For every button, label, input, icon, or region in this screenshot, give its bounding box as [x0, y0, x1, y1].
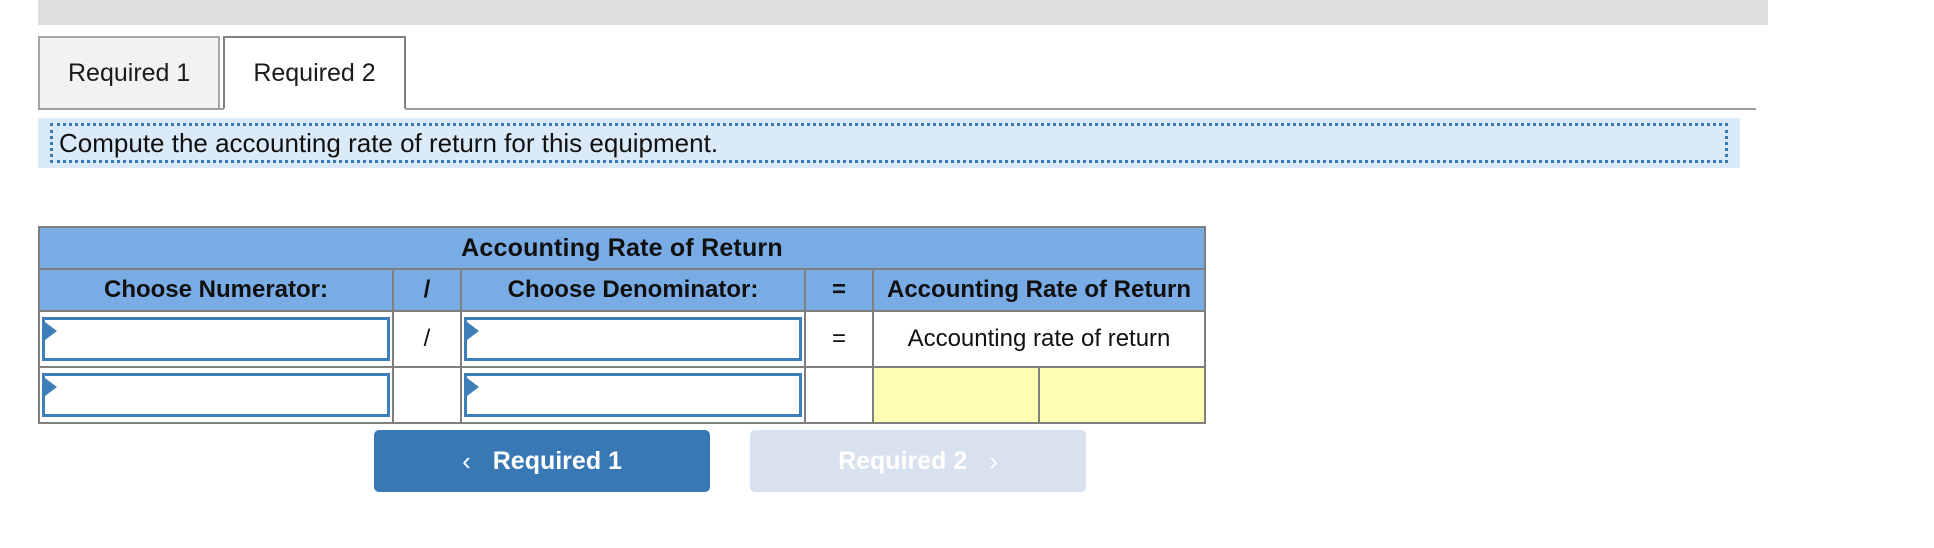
dropdown-caret-icon — [45, 322, 57, 340]
tab-required-2-label: Required 2 — [253, 58, 376, 87]
result-input-left-row2[interactable] — [872, 366, 1040, 424]
result-label-row1: Accounting rate of return — [872, 310, 1206, 368]
dropdown-caret-icon — [467, 322, 479, 340]
table-row: / = Accounting rate of return — [38, 310, 1206, 368]
header-equals-symbol: = — [804, 268, 874, 312]
table-title-row: Accounting Rate of Return — [38, 226, 1206, 270]
result-input-right-row2[interactable] — [1038, 366, 1206, 424]
header-divide-symbol: / — [392, 268, 462, 312]
operator-cell-row2 — [392, 366, 462, 424]
instruction-text-box: Compute the accounting rate of return fo… — [50, 123, 1728, 163]
instruction-text: Compute the accounting rate of return fo… — [59, 127, 719, 158]
denominator-dropdown-row1[interactable] — [464, 317, 802, 361]
tab-required-1-label: Required 1 — [68, 58, 191, 87]
table-row — [38, 366, 1206, 424]
accounting-rate-of-return-table: Accounting Rate of Return Choose Numerat… — [38, 226, 1206, 424]
numerator-dropdown-row2[interactable] — [42, 373, 390, 417]
top-grey-bar — [38, 0, 1768, 25]
dropdown-caret-icon — [45, 378, 57, 396]
denominator-dropdown-row2[interactable] — [464, 373, 802, 417]
header-accounting-rate-of-return: Accounting Rate of Return — [872, 268, 1206, 312]
chevron-right-icon: › — [989, 446, 998, 476]
tab-strip: Required 1 Required 2 — [38, 35, 1756, 110]
chevron-left-icon: ‹ — [462, 446, 471, 476]
tab-required-2[interactable]: Required 2 — [223, 36, 406, 110]
numerator-cell-row1 — [38, 310, 394, 368]
prev-required-1-label: Required 1 — [492, 446, 622, 475]
next-required-2-label: Required 2 — [838, 446, 968, 475]
tab-required-1[interactable]: Required 1 — [38, 36, 221, 110]
header-choose-numerator: Choose Numerator: — [38, 268, 394, 312]
numerator-dropdown-row1[interactable] — [42, 317, 390, 361]
equals-cell-row2 — [804, 366, 874, 424]
numerator-cell-row2 — [38, 366, 394, 424]
table-header-row: Choose Numerator: / Choose Denominator: … — [38, 268, 1206, 312]
header-choose-denominator: Choose Denominator: — [460, 268, 806, 312]
instruction-banner: Compute the accounting rate of return fo… — [38, 118, 1740, 168]
equals-cell-row1: = — [804, 310, 874, 368]
prev-required-1-button[interactable]: ‹ Required 1 — [374, 430, 710, 492]
dropdown-caret-icon — [467, 378, 479, 396]
navigation-bar: ‹ Required 1 Required 2 › — [0, 430, 1460, 492]
denominator-cell-row2 — [460, 366, 806, 424]
operator-cell-row1: / — [392, 310, 462, 368]
table-title: Accounting Rate of Return — [38, 226, 1206, 270]
denominator-cell-row1 — [460, 310, 806, 368]
next-required-2-button: Required 2 › — [750, 430, 1086, 492]
